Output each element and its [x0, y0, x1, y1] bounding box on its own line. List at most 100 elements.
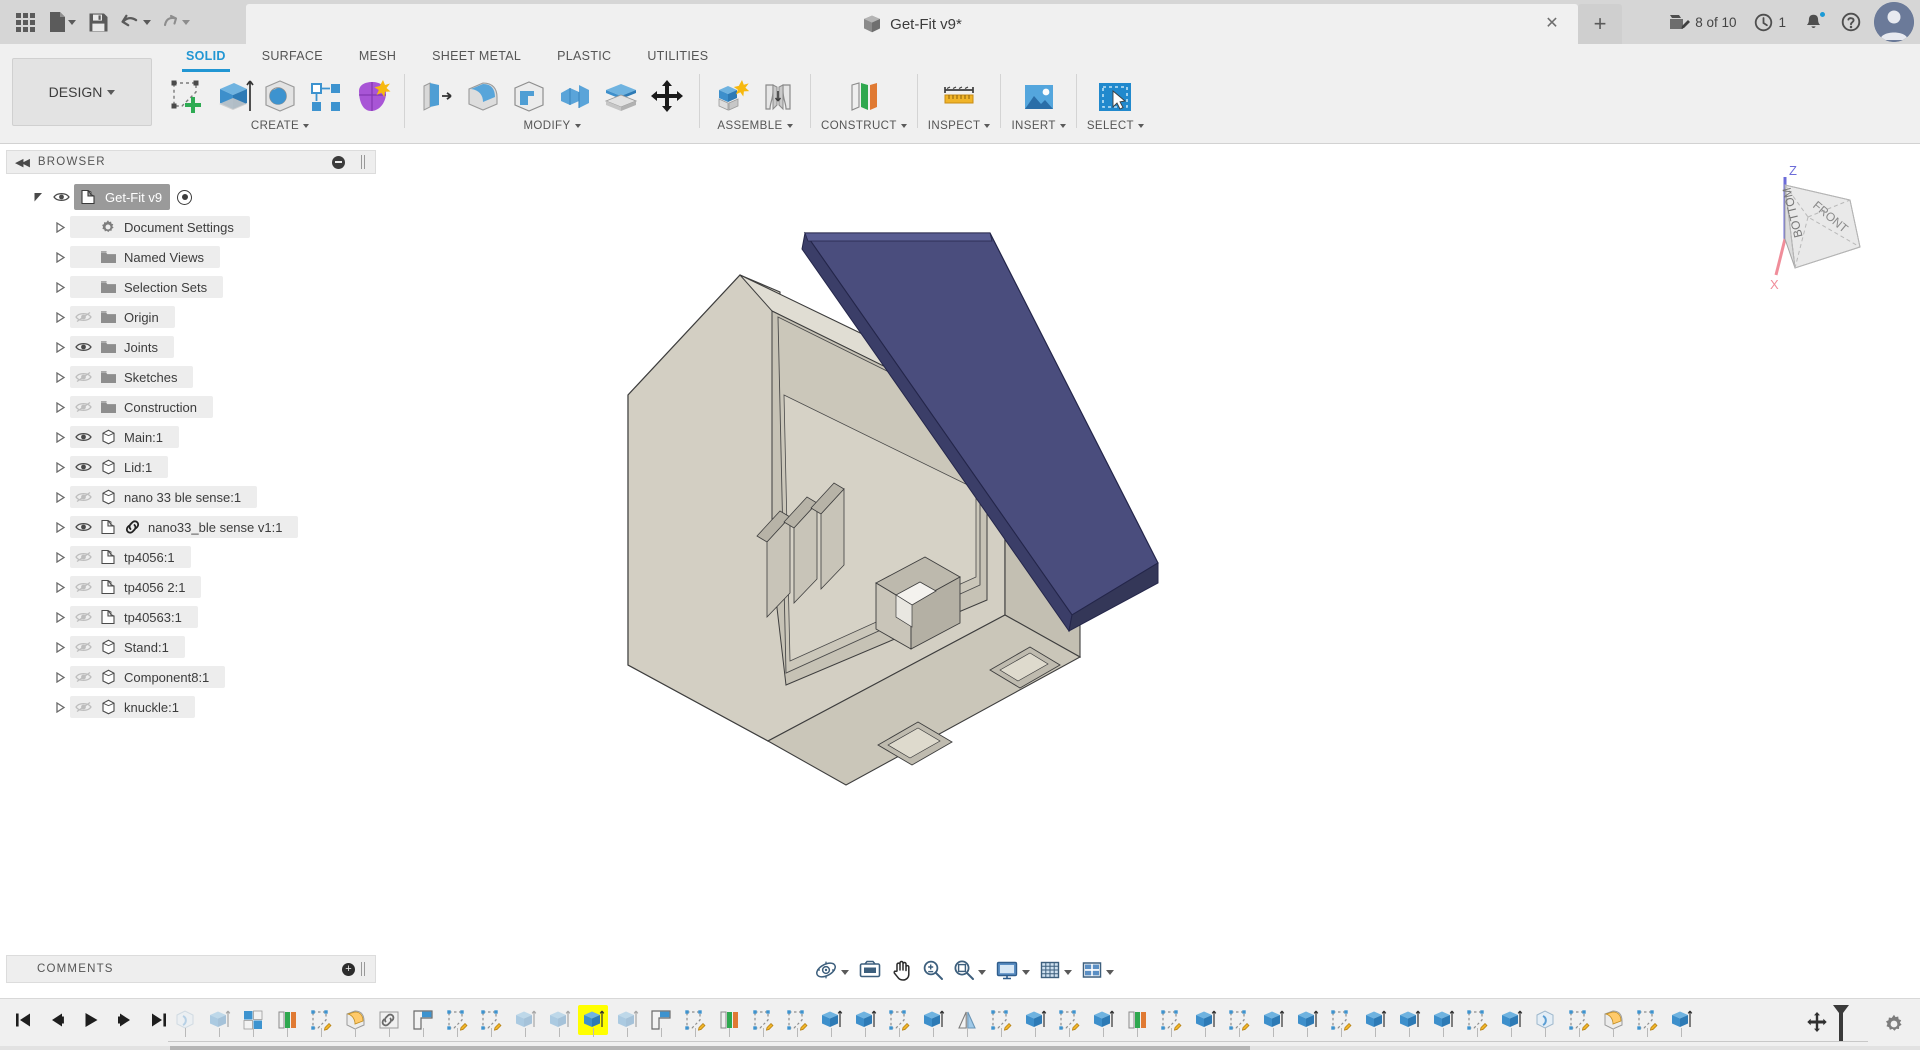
timeline-feature-21[interactable] [882, 1003, 916, 1041]
grid-snaps-button[interactable] [1035, 957, 1076, 987]
collapse-left-icon[interactable]: ◀◀ [15, 156, 30, 169]
visibility-eye-icon[interactable] [70, 456, 96, 478]
chevron-down-icon[interactable] [841, 969, 849, 975]
timeline-feature-34[interactable] [1324, 1003, 1358, 1041]
expand-triangle-icon[interactable] [50, 696, 70, 718]
view-cube[interactable]: Z X BOTTOM FRONT [1740, 155, 1890, 295]
visibility-eye-icon[interactable] [48, 186, 74, 208]
browser-node-construction[interactable]: Construction [6, 392, 376, 422]
document-tab[interactable]: Get-Fit v9* ✕ [246, 4, 1578, 44]
expand-triangle-icon[interactable] [50, 576, 70, 598]
expand-triangle-icon[interactable] [50, 246, 70, 268]
browser-node-tp4056-1[interactable]: tp4056:1 [6, 542, 376, 572]
visibility-eye-icon[interactable] [70, 336, 96, 358]
timeline-feature-18[interactable] [780, 1003, 814, 1041]
workspace-switcher[interactable]: DESIGN [12, 58, 152, 126]
help-button[interactable] [1834, 5, 1868, 39]
browser-node-document-settings[interactable]: Document Settings [6, 212, 376, 242]
timeline-feature-35[interactable] [1358, 1003, 1392, 1041]
create-group-label[interactable]: CREATE [251, 120, 310, 132]
visibility-eye-icon[interactable] [70, 576, 96, 598]
expand-triangle-icon[interactable] [50, 216, 70, 238]
fillet-icon[interactable] [461, 74, 505, 120]
rectangular-pattern-icon[interactable] [304, 74, 348, 120]
assemble-group-label[interactable]: ASSEMBLE [717, 120, 793, 132]
user-avatar[interactable] [1874, 2, 1914, 42]
browser-node-main-1[interactable]: Main:1 [6, 422, 376, 452]
timeline-marker-icon[interactable] [1830, 1003, 1852, 1043]
model-3d-view[interactable] [380, 145, 1920, 965]
ribbon-tab-solid[interactable]: SOLID [168, 44, 244, 72]
visibility-eye-icon[interactable] [70, 636, 96, 658]
chevron-down-icon[interactable] [1106, 969, 1114, 975]
history-button[interactable]: 1 [1747, 5, 1793, 39]
expand-triangle-icon[interactable] [50, 426, 70, 448]
chevron-down-icon[interactable] [1064, 969, 1072, 975]
timeline-feature-28[interactable] [1120, 1003, 1154, 1041]
step-back-button[interactable] [42, 1007, 72, 1037]
press-pull-icon[interactable] [415, 74, 459, 120]
visibility-eye-icon[interactable] [70, 666, 96, 688]
timeline-feature-41[interactable] [1562, 1003, 1596, 1041]
notifications-button[interactable] [1797, 5, 1830, 39]
plus-circle-icon[interactable]: + [342, 962, 355, 976]
browser-node-joints[interactable]: Joints [6, 332, 376, 362]
minus-circle-icon[interactable] [332, 155, 345, 169]
chevron-down-icon[interactable] [1022, 969, 1030, 975]
visibility-eye-icon[interactable] [70, 426, 96, 448]
timeline-feature-17[interactable] [746, 1003, 780, 1041]
panel-resize-grip[interactable] [361, 155, 367, 169]
play-button[interactable] [76, 1007, 106, 1037]
timeline-feature-7[interactable] [406, 1003, 440, 1041]
offset-plane-icon[interactable] [842, 74, 886, 120]
timeline-feature-33[interactable] [1290, 1003, 1324, 1041]
timeline-feature-38[interactable] [1460, 1003, 1494, 1041]
browser-node-origin[interactable]: Origin [6, 302, 376, 332]
ribbon-tab-sheet-metal[interactable]: SHEET METAL [414, 44, 539, 72]
look-at-button[interactable] [854, 957, 886, 987]
visibility-eye-icon[interactable] [70, 546, 96, 568]
expand-triangle-icon[interactable] [50, 336, 70, 358]
browser-node-tp4056-2-1[interactable]: tp4056 2:1 [6, 572, 376, 602]
browser-node-sketches[interactable]: Sketches [6, 362, 376, 392]
shell-icon[interactable] [507, 74, 551, 120]
grid-icon[interactable] [8, 5, 42, 39]
timeline-feature-8[interactable] [440, 1003, 474, 1041]
create-sketch-icon[interactable] [166, 74, 210, 120]
select-window-icon[interactable] [1093, 74, 1137, 120]
go-to-beginning-button[interactable] [8, 1007, 38, 1037]
timeline-scrollbar[interactable] [0, 1046, 1920, 1050]
browser-node-nano-33-ble-sense-1[interactable]: nano 33 ble sense:1 [6, 482, 376, 512]
insert-image-icon[interactable] [1017, 74, 1061, 120]
timeline-feature-32[interactable] [1256, 1003, 1290, 1041]
timeline-feature-37[interactable] [1426, 1003, 1460, 1041]
step-forward-button[interactable] [110, 1007, 140, 1037]
timeline-feature-22[interactable] [916, 1003, 950, 1041]
panel-resize-grip[interactable] [361, 962, 367, 976]
ribbon-tab-mesh[interactable]: MESH [341, 44, 414, 72]
timeline-feature-19[interactable] [814, 1003, 848, 1041]
timeline-feature-2[interactable] [236, 1003, 270, 1041]
browser-node-tp40563-1[interactable]: tp40563:1 [6, 602, 376, 632]
inspect-group-label[interactable]: INSPECT [928, 120, 991, 132]
expand-triangle-icon[interactable] [50, 396, 70, 418]
viewport-canvas[interactable]: Z X BOTTOM FRONT [380, 145, 1920, 965]
timeline-feature-31[interactable] [1222, 1003, 1256, 1041]
file-icon[interactable] [44, 5, 79, 39]
timeline-feature-24[interactable] [984, 1003, 1018, 1041]
timeline-feature-12[interactable] [576, 1003, 610, 1041]
timeline-feature-10[interactable] [508, 1003, 542, 1041]
timeline-feature-3[interactable] [270, 1003, 304, 1041]
expand-triangle-icon[interactable] [50, 456, 70, 478]
visibility-eye-icon[interactable] [70, 486, 96, 508]
browser-root-node[interactable]: Get-Fit v9 [6, 182, 376, 212]
expand-triangle-icon[interactable] [50, 366, 70, 388]
browser-node-nano33-ble-sense-v1-1[interactable]: nano33_ble sense v1:1 [6, 512, 376, 542]
timeline-feature-16[interactable] [712, 1003, 746, 1041]
modify-group-label[interactable]: MODIFY [523, 120, 581, 132]
timeline-feature-0[interactable] [168, 1003, 202, 1041]
timeline-feature-1[interactable] [202, 1003, 236, 1041]
visibility-eye-icon[interactable] [70, 396, 96, 418]
combine-icon[interactable] [553, 74, 597, 120]
timeline-feature-36[interactable] [1392, 1003, 1426, 1041]
